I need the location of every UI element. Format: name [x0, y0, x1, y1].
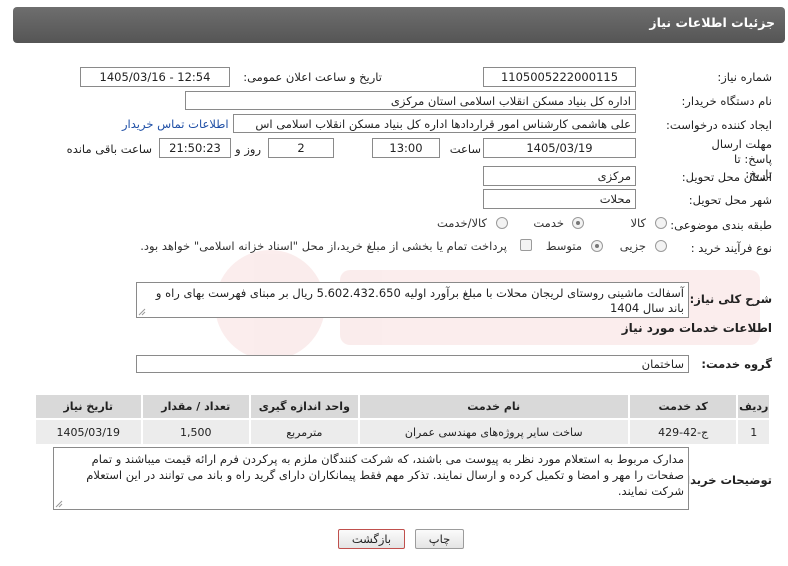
need-number-field: 1105005222000115 [483, 67, 636, 87]
announce-datetime-label: تاریخ و ساعت اعلان عمومی: [243, 70, 382, 84]
service-group-label: گروه خدمت: [701, 357, 772, 371]
days-label: روز و [235, 142, 261, 156]
print-button[interactable]: چاپ [415, 529, 464, 549]
col-header-service-name: نام خدمت [357, 393, 630, 420]
services-section-title: اطلاعات خدمات مورد نیاز [621, 321, 772, 335]
province-label: استان محل تحویل: [681, 170, 772, 184]
buyer-notes-textarea[interactable]: مدارک مربوط به استعلام مورد نظر به پیوست… [53, 447, 689, 510]
announce-datetime-field: 1405/03/16 - 12:54 [80, 67, 230, 87]
process-option-medium: متوسط [545, 239, 582, 253]
process-radio-minor[interactable] [655, 240, 667, 252]
category-radio-service[interactable] [572, 217, 584, 229]
process-option-minor: جزیی [619, 239, 646, 253]
buyer-contact-link[interactable]: اطلاعات تماس خریدار [122, 117, 229, 131]
category-radio-goods[interactable] [655, 217, 667, 229]
page-header: جزئیات اطلاعات نیاز [13, 7, 785, 43]
description-textarea[interactable]: آسفالت ماشینی روستای لریجان محلات با مبل… [136, 282, 689, 318]
buyer-org-field: اداره کل بنیاد مسکن انقلاب اسلامی استان … [185, 91, 636, 110]
category-option-service: خدمت [533, 216, 564, 230]
city-label: شهر محل تحویل: [688, 193, 772, 207]
deadline-time-label: ساعت [449, 142, 481, 156]
city-field: محلات [483, 189, 636, 209]
col-header-quantity: تعداد / مقدار [140, 393, 252, 420]
deadline-date-field: 1405/03/19 [483, 138, 636, 158]
remaining-time-field: 21:50:23 [159, 138, 231, 158]
col-header-service-code: کد خدمت [627, 393, 739, 420]
requester-field: علی هاشمی کارشناس امور قراردادها اداره ک… [233, 114, 636, 133]
cell-service-code: ج-42-429 [627, 418, 739, 446]
category-option-goods: کالا [630, 216, 646, 230]
process-label: نوع فرآیند خرید : [690, 241, 772, 255]
process-radio-medium[interactable] [591, 240, 603, 252]
col-header-unit: واحد اندازه گیری [249, 393, 360, 420]
need-number-label: شماره نیاز: [717, 70, 772, 84]
cell-need-date: 1405/03/19 [34, 418, 143, 446]
back-button[interactable]: بازگشت [338, 529, 405, 549]
table-row: 1 ج-42-429 ساخت سایر پروژه‌های مهندسی عم… [34, 418, 771, 446]
resize-grip-icon[interactable] [55, 500, 63, 508]
treasury-checkbox[interactable] [520, 239, 532, 251]
deadline-time-field: 13:00 [372, 138, 440, 158]
category-radio-goods-service[interactable] [496, 217, 508, 229]
category-option-goods-service: کالا/خدمت [436, 216, 487, 230]
cell-row-number: 1 [736, 418, 771, 446]
table-header-row: ردیف کد خدمت نام خدمت واحد اندازه گیری ت… [34, 393, 771, 420]
cell-service-name: ساخت سایر پروژه‌های مهندسی عمران [357, 418, 630, 446]
remaining-time-label: ساعت باقی مانده [66, 142, 152, 156]
requester-label: ایجاد کننده درخواست: [666, 118, 772, 132]
service-group-field: ساختمان [136, 355, 689, 373]
services-table: ردیف کد خدمت نام خدمت واحد اندازه گیری ت… [34, 393, 771, 446]
treasury-text: پرداخت تمام یا بخشی از مبلغ خرید،از محل … [140, 239, 507, 253]
days-remaining-field: 2 [268, 138, 334, 158]
cell-unit: مترمربع [249, 418, 360, 446]
description-label: شرح کلی نیاز: [689, 292, 772, 306]
col-header-need-date: تاریخ نیاز [34, 393, 143, 420]
category-label: طبقه بندی موضوعی: [670, 218, 772, 232]
buyer-notes-label: توضیحات خریدار: [674, 473, 772, 487]
col-header-row-number: ردیف [736, 393, 771, 420]
resize-grip-icon[interactable] [138, 308, 146, 316]
page-title: جزئیات اطلاعات نیاز [649, 15, 775, 30]
province-field: مرکزی [483, 166, 636, 186]
buyer-org-label: نام دستگاه خریدار: [681, 94, 772, 108]
cell-quantity: 1,500 [140, 418, 252, 446]
